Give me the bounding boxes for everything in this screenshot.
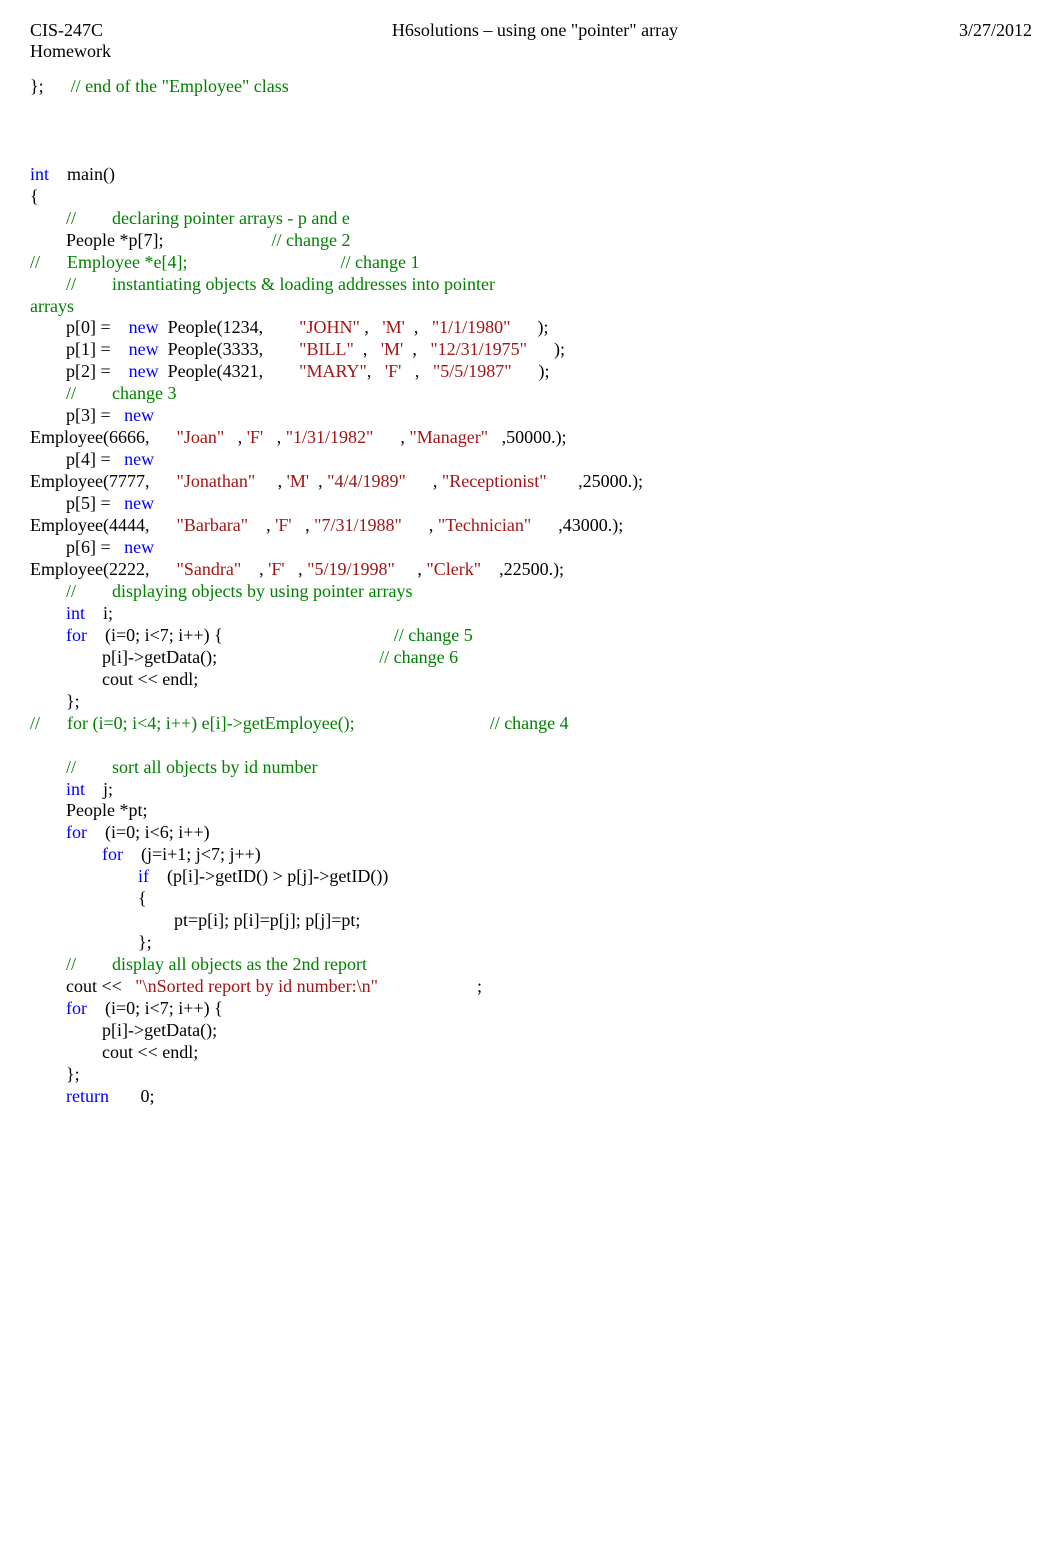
code-line: { xyxy=(30,888,1032,910)
code-line: p[2] = new People(4321, "MARY", 'F' , "5… xyxy=(30,361,1032,383)
code-line: { xyxy=(30,186,1032,208)
code-line: People *pt; xyxy=(30,800,1032,822)
code-line: // Employee *e[4]; // change 1 xyxy=(30,252,1032,274)
code-line: Employee(7777, "Jonathan" , 'M' , "4/4/1… xyxy=(30,471,1032,493)
code-line: for (i=0; i<6; i++) xyxy=(30,822,1032,844)
code-line: // declaring pointer arrays - p and e xyxy=(30,208,1032,230)
code-line: pt=p[i]; p[i]=p[j]; p[j]=pt; xyxy=(30,910,1032,932)
code-line: // change 3 xyxy=(30,383,1032,405)
code-line: Employee(4444, "Barbara" , 'F' , "7/31/1… xyxy=(30,515,1032,537)
code-line: People *p[7]; // change 2 xyxy=(30,230,1032,252)
code-line: cout << "\nSorted report by id number:\n… xyxy=(30,976,1032,998)
code-line: int j; xyxy=(30,779,1032,801)
code-line: for (j=i+1; j<7; j++) xyxy=(30,844,1032,866)
code-line: p[6] = new xyxy=(30,537,1032,559)
code-line: // display all objects as the 2nd report xyxy=(30,954,1032,976)
code-line: p[i]->getData(); // change 6 xyxy=(30,647,1032,669)
code-line: for (i=0; i<7; i++) { // change 5 xyxy=(30,625,1032,647)
header-left: CIS-247C Homework xyxy=(30,20,111,62)
code-line: p[3] = new xyxy=(30,405,1032,427)
code-line: p[4] = new xyxy=(30,449,1032,471)
code-line: if (p[i]->getID() > p[j]->getID()) xyxy=(30,866,1032,888)
blank-line xyxy=(30,142,1032,164)
code-line: // displaying objects by using pointer a… xyxy=(30,581,1032,603)
code-line: p[5] = new xyxy=(30,493,1032,515)
code-line: int i; xyxy=(30,603,1032,625)
code-line: arrays xyxy=(30,296,1032,318)
page-header: CIS-247C Homework H6solutions – using on… xyxy=(30,20,1032,62)
code-line: }; xyxy=(30,691,1032,713)
code-line: return 0; xyxy=(30,1086,1032,1108)
code-line: int main() xyxy=(30,164,1032,186)
code-line: p[1] = new People(3333, "BILL" , 'M' , "… xyxy=(30,339,1032,361)
homework-label: Homework xyxy=(30,41,111,62)
code-line: p[i]->getData(); xyxy=(30,1020,1032,1042)
code-line: // for (i=0; i<4; i++) e[i]->getEmployee… xyxy=(30,713,1032,735)
code-listing: }; // end of the "Employee" class int ma… xyxy=(30,76,1032,1108)
code-line: }; // end of the "Employee" class xyxy=(30,76,1032,98)
code-line: }; xyxy=(30,932,1032,954)
code-line: p[0] = new People(1234, "JOHN" , 'M' , "… xyxy=(30,317,1032,339)
code-line: cout << endl; xyxy=(30,1042,1032,1064)
blank-line xyxy=(30,735,1032,757)
code-line: // instantiating objects & loading addre… xyxy=(30,274,1032,296)
blank-line xyxy=(30,98,1032,120)
code-line: // sort all objects by id number xyxy=(30,757,1032,779)
code-line: Employee(2222, "Sandra" , 'F' , "5/19/19… xyxy=(30,559,1032,581)
code-line: Employee(6666, "Joan" , 'F' , "1/31/1982… xyxy=(30,427,1032,449)
code-line: for (i=0; i<7; i++) { xyxy=(30,998,1032,1020)
page-date: 3/27/2012 xyxy=(959,20,1032,41)
course-code: CIS-247C xyxy=(30,20,111,41)
page-title: H6solutions – using one "pointer" array xyxy=(392,20,678,41)
code-line: cout << endl; xyxy=(30,669,1032,691)
code-line: }; xyxy=(30,1064,1032,1086)
blank-line xyxy=(30,120,1032,142)
